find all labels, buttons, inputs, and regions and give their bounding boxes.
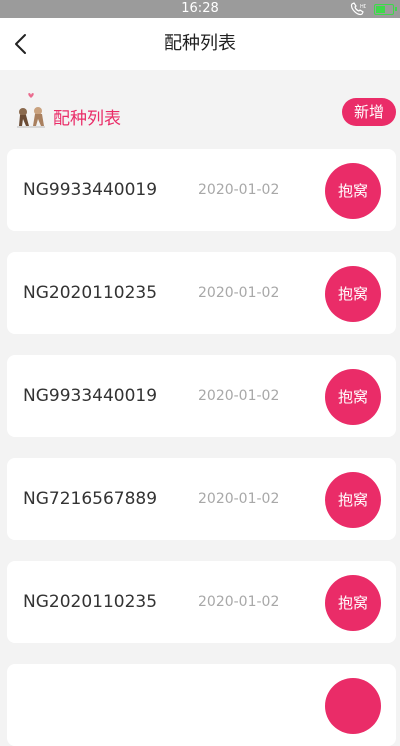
record-code: NG2020110235 [23, 592, 158, 612]
list-item[interactable]: NG9933440019 2020-01-02 抱窝 [7, 149, 396, 231]
svg-text:HD: HD [360, 4, 366, 10]
nav-bar: 配种列表 [0, 18, 400, 70]
record-code: NG7216567889 [23, 489, 158, 509]
brood-button[interactable]: 抱窝 [325, 472, 381, 528]
page-title: 配种列表 [164, 33, 236, 54]
brood-button[interactable]: 抱窝 [325, 575, 381, 631]
phone-hd-icon: HD [350, 2, 366, 16]
dogs-icon [17, 93, 45, 128]
list-item[interactable] [7, 664, 396, 746]
record-date: 2020-01-02 [198, 491, 280, 507]
section-title: 配种列表 [53, 109, 121, 129]
add-button[interactable]: 新增 [342, 98, 396, 126]
record-date: 2020-01-02 [198, 594, 280, 610]
status-time: 16:28 [181, 1, 219, 16]
brood-button[interactable] [325, 678, 381, 734]
battery-icon [374, 3, 397, 15]
record-date: 2020-01-02 [198, 182, 280, 198]
list-item[interactable]: NG7216567889 2020-01-02 抱窝 [7, 458, 396, 540]
record-code: NG9933440019 [23, 386, 158, 406]
brood-button[interactable]: 抱窝 [325, 369, 381, 425]
list-item[interactable]: NG9933440019 2020-01-02 抱窝 [7, 355, 396, 437]
status-icons: HD [350, 2, 397, 16]
list-item[interactable]: NG2020110235 2020-01-02 抱窝 [7, 561, 396, 643]
brood-button[interactable]: 抱窝 [325, 163, 381, 219]
section-header: 配种列表 新增 [0, 90, 400, 136]
status-bar: 16:28 HD [0, 0, 400, 18]
record-date: 2020-01-02 [198, 388, 280, 404]
record-date: 2020-01-02 [198, 285, 280, 301]
record-code: NG9933440019 [23, 180, 158, 200]
brood-button[interactable]: 抱窝 [325, 266, 381, 322]
record-code: NG2020110235 [23, 283, 158, 303]
list-item[interactable]: NG2020110235 2020-01-02 抱窝 [7, 252, 396, 334]
